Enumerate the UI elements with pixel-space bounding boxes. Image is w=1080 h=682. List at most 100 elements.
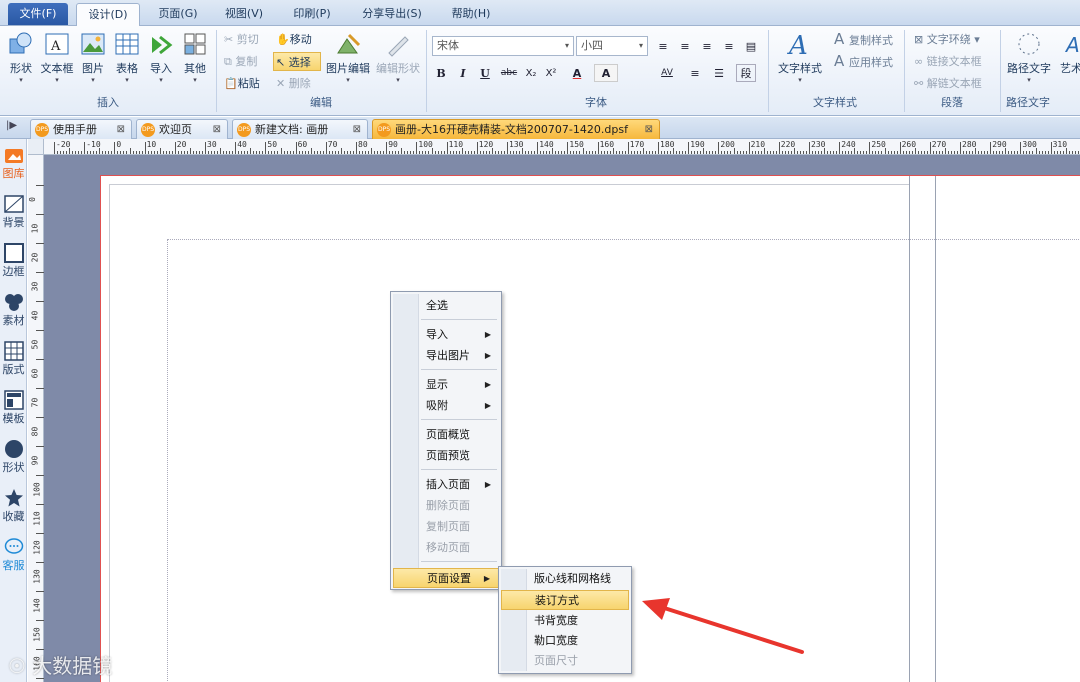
panel-toggle-icon[interactable]: |▶	[6, 120, 17, 131]
align-left-icon[interactable]: ≡	[654, 37, 672, 55]
menu-view[interactable]: 视图(V)	[214, 3, 274, 25]
close-icon[interactable]: ⊠	[645, 120, 653, 139]
paragraph-button[interactable]: 段	[736, 64, 756, 82]
left-item-material[interactable]: 素材	[0, 292, 27, 328]
submenu-item[interactable]: 版心线和网格线	[501, 569, 629, 589]
ruler-tick	[226, 151, 228, 154]
paste-button[interactable]: 📋粘贴	[222, 74, 260, 93]
menu-share-export[interactable]: 分享导出(S)	[352, 3, 432, 25]
menu-file[interactable]: 文件(F)	[8, 3, 68, 25]
left-item-favorites[interactable]: 收藏	[0, 488, 27, 524]
unlink-textbox-button[interactable]: ⚯ 解链文本框	[912, 74, 982, 93]
ruler-tick	[507, 142, 508, 154]
art-text-button[interactable]: A 艺术	[1060, 30, 1080, 76]
ruler-tick	[869, 142, 871, 154]
select-button[interactable]: ↖ 选择	[273, 52, 321, 71]
submenu-item[interactable]: 勒口宽度	[501, 631, 629, 651]
submenu-item[interactable]: 书背宽度	[501, 611, 629, 631]
move-button[interactable]: ✋移动	[274, 30, 312, 49]
table-button[interactable]: 表格 ▾	[112, 30, 142, 84]
tab-active-document[interactable]: DPS 画册-大16开硬壳精装-文档200707-1420.dpsf ⊠	[372, 119, 660, 139]
menu-design[interactable]: 设计(D)	[76, 3, 140, 27]
ruler-label: 150	[32, 627, 42, 642]
ruler-tick	[36, 330, 44, 331]
font-family-select[interactable]: 宋体 ▾	[432, 36, 574, 56]
ruler-tick	[537, 142, 539, 154]
ruler-tick	[1059, 151, 1061, 154]
align-center-icon[interactable]: ≡	[676, 37, 694, 55]
menu-page[interactable]: 页面(G)	[148, 3, 208, 25]
close-icon[interactable]: ⊠	[213, 120, 221, 139]
ruler-tick	[174, 142, 176, 154]
context-menu-item[interactable]: 显示 ▶	[393, 375, 499, 395]
left-item-template[interactable]: 模板	[0, 390, 27, 426]
strikethrough-button[interactable]: abc	[498, 64, 520, 82]
ruler-label: -20	[56, 140, 71, 149]
underline-button[interactable]: U	[476, 64, 494, 82]
font-size-select[interactable]: 小四 ▾	[576, 36, 648, 56]
import-button[interactable]: 导入 ▾	[146, 30, 176, 84]
close-icon[interactable]: ⊠	[117, 120, 125, 139]
picture-button[interactable]: 图片 ▾	[78, 30, 108, 84]
shape-edit-button[interactable]: 编辑形状 ▾	[374, 30, 422, 84]
char-spacing-button[interactable]: AV	[654, 64, 680, 82]
highlight-button[interactable]: A	[594, 64, 618, 82]
align-right-icon[interactable]: ≡	[698, 37, 716, 55]
text-style-button[interactable]: A 文字样式 ▾	[774, 30, 826, 84]
ruler-tick	[636, 151, 638, 154]
tab-user-manual[interactable]: DPS 使用手册 ⊠	[30, 119, 132, 139]
context-menu-item[interactable]: 吸附 ▶	[393, 396, 499, 416]
spine-line	[909, 176, 910, 682]
tab-welcome[interactable]: DPS 欢迎页 ⊠	[136, 119, 228, 139]
ruler-tick	[500, 151, 502, 154]
font-color-button[interactable]: A	[564, 64, 590, 82]
subscript-button[interactable]: X₂	[522, 64, 540, 82]
align-distribute-icon[interactable]: ▤	[742, 37, 760, 55]
ruler-tick	[458, 151, 460, 154]
ruler-tick	[609, 151, 611, 154]
align-justify-icon[interactable]: ≡	[720, 37, 738, 55]
close-icon[interactable]: ⊠	[353, 120, 361, 139]
link-textbox-button[interactable]: ∞ 链接文本框	[912, 52, 982, 71]
submenu-item[interactable]: 装订方式	[501, 590, 629, 610]
bold-button[interactable]: B	[432, 64, 450, 82]
context-menu-item[interactable]: 导出图片 ▶	[393, 346, 499, 366]
text-wrap-button[interactable]: ⊠ 文字环绕 ▾	[912, 30, 980, 49]
tab-new-album[interactable]: DPS 新建文档: 画册 ⊠	[232, 119, 368, 139]
ruler-tick	[694, 151, 696, 154]
path-text-button[interactable]: 路径文字 ▾	[1004, 30, 1054, 84]
left-item-shape[interactable]: 形状	[0, 439, 27, 475]
context-menu-item[interactable]: 导入 ▶	[393, 325, 499, 345]
copy-style-button[interactable]: A 复制样式	[832, 30, 893, 49]
left-item-border[interactable]: 边框	[0, 243, 27, 279]
copy-button[interactable]: ⧉ 复制	[222, 52, 257, 71]
left-item-layout[interactable]: 版式	[0, 341, 27, 377]
ruler-tick	[223, 151, 225, 154]
italic-button[interactable]: I	[454, 64, 472, 82]
context-menu-item[interactable]: 页面设置 ▶	[393, 568, 499, 588]
menu-print[interactable]: 印刷(P)	[282, 3, 342, 25]
ruler-label: 220	[780, 140, 796, 149]
ruler-tick	[899, 142, 901, 154]
list-button[interactable]: ☰	[708, 64, 730, 82]
menu-help[interactable]: 帮助(H)	[440, 3, 502, 25]
context-menu-item[interactable]: 页面预览	[393, 446, 499, 466]
apply-style-button[interactable]: A 应用样式	[832, 52, 893, 71]
left-item-customer-service[interactable]: 客服	[0, 537, 27, 573]
ruler-tick	[36, 620, 44, 621]
line-spacing-button[interactable]: ≡	[684, 64, 706, 82]
left-item-background[interactable]: 背景	[0, 194, 27, 230]
image-edit-button[interactable]: 图片编辑 ▾	[324, 30, 372, 84]
superscript-button[interactable]: X²	[542, 64, 560, 82]
context-menu-item[interactable]: 页面概览	[393, 425, 499, 445]
shape-button[interactable]: 形状 ▾	[4, 30, 38, 84]
context-menu-item[interactable]: 插入页面 ▶	[393, 475, 499, 495]
cut-button[interactable]: ✂ 剪切	[222, 30, 259, 49]
left-item-gallery[interactable]: 图库	[0, 145, 27, 181]
ruler-tick	[198, 151, 200, 154]
ruler-tick	[343, 151, 345, 154]
context-menu-item[interactable]: 全选	[393, 296, 499, 316]
other-button[interactable]: 其他 ▾	[180, 30, 210, 84]
textbox-button[interactable]: A 文本框 ▾	[38, 30, 76, 84]
delete-button[interactable]: ✕ 删除	[274, 74, 311, 93]
